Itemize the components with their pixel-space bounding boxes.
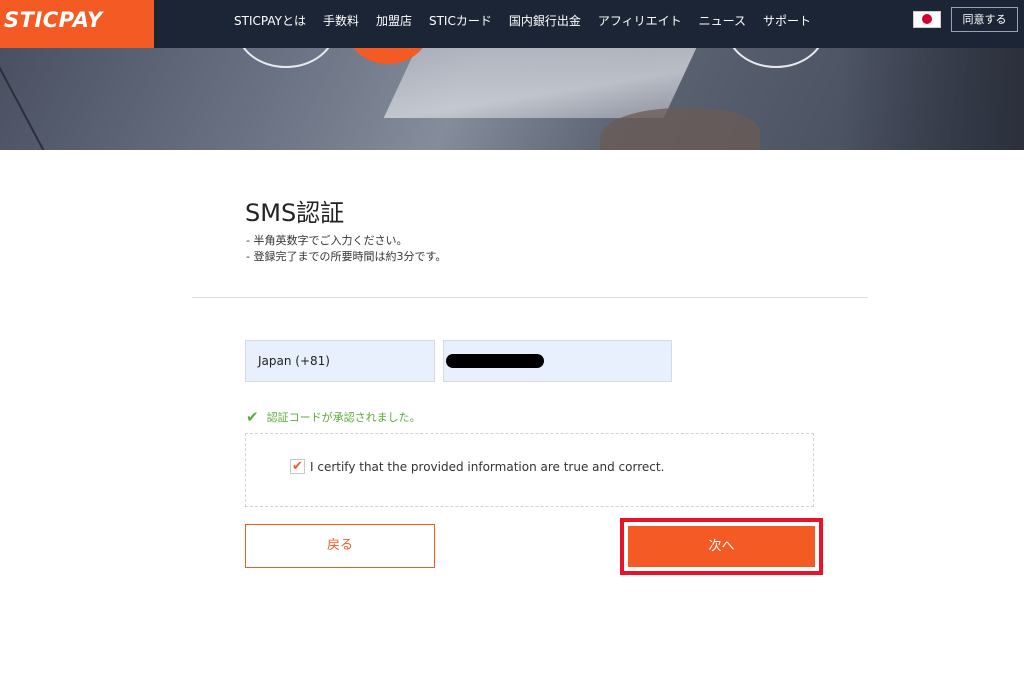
nav-item-news[interactable]: ニュース: [699, 12, 746, 29]
redacted-phone-number: [446, 354, 544, 368]
checkmark-icon: ✔: [246, 408, 259, 426]
instruction-line: - 半角英数字でご入力ください。: [246, 234, 408, 247]
nav-item-support[interactable]: サポート: [763, 12, 811, 29]
flag-sun: [922, 14, 932, 24]
hero-circle-outline-right: [726, 48, 826, 68]
nav-item-about[interactable]: STICPAYとは: [234, 12, 306, 29]
nav-item-affiliate[interactable]: アフィリエイト: [598, 12, 682, 29]
back-button[interactable]: 戻る: [245, 524, 435, 568]
nav-item-merchants[interactable]: 加盟店: [376, 12, 412, 29]
instructions: - 半角英数字でご入力ください。 - 登録完了までの所要時間は約3分です。: [246, 233, 446, 265]
phone-number-input[interactable]: [443, 340, 672, 382]
sticpay-logo[interactable]: STICPAY: [0, 0, 154, 48]
nav-item-stic-card[interactable]: STICカード: [429, 12, 492, 29]
verification-status: ✔ 認証コードが承認されました。: [246, 408, 421, 426]
top-navigation-bar: STICPAY STICPAYとは 手数料 加盟店 STICカード 国内銀行出金…: [0, 0, 1024, 48]
verification-message: 認証コードが承認されました。: [266, 411, 421, 424]
country-code-select[interactable]: Japan (+81): [245, 340, 435, 382]
nav-item-fees[interactable]: 手数料: [323, 12, 359, 29]
agree-button[interactable]: 同意する: [951, 7, 1018, 32]
hero-cable: [0, 48, 55, 150]
hero-circle-outline-left: [236, 48, 336, 68]
hero-shade: [840, 48, 1024, 150]
page-title: SMS認証: [245, 199, 345, 227]
japan-flag-icon[interactable]: [913, 11, 941, 28]
hero-laptop: [383, 48, 697, 118]
main-nav: STICPAYとは 手数料 加盟店 STICカード 国内銀行出金 アフィリエイト…: [234, 0, 828, 40]
certify-checkbox[interactable]: ✔: [290, 459, 305, 474]
certify-label[interactable]: I certify that the provided information …: [310, 460, 664, 474]
certification-box: ✔ I certify that the provided informatio…: [245, 433, 814, 507]
hero-banner: [0, 48, 1024, 150]
section-divider: [192, 297, 868, 298]
next-button[interactable]: 次へ: [628, 526, 815, 567]
nav-item-domestic-withdrawal[interactable]: 国内銀行出金: [509, 12, 581, 29]
instruction-line: - 登録完了までの所要時間は約3分です。: [246, 250, 447, 263]
